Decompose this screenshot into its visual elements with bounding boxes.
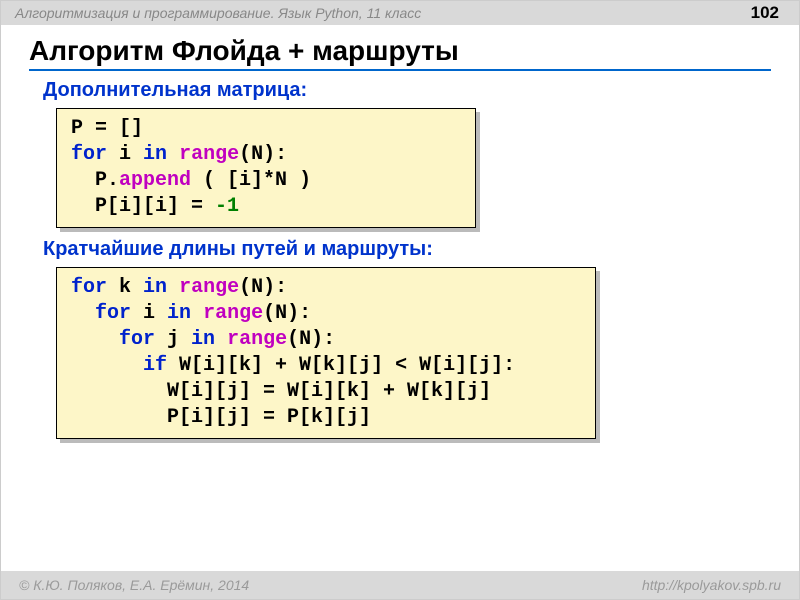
code-block-2-wrap: for k in range(N): for i in range(N): fo… <box>56 267 596 439</box>
keyword-in: in <box>191 328 215 351</box>
keyword-for: for <box>71 276 107 299</box>
code-line: W[i][j] = W[i][k] + W[k][j] <box>71 380 491 403</box>
footer-url: http://kpolyakov.spb.ru <box>642 577 781 593</box>
code-text: (N): <box>263 302 311 325</box>
keyword-for: for <box>71 143 107 166</box>
footer-authors: © К.Ю. Поляков, Е.А. Ерёмин, 2014 <box>19 577 249 593</box>
code-text <box>167 276 179 299</box>
keyword-in: in <box>143 276 167 299</box>
code-block-2: for k in range(N): for i in range(N): fo… <box>56 267 596 439</box>
number: -1 <box>215 195 239 218</box>
header-bar: Алгоритмизация и программирование. Язык … <box>1 1 799 25</box>
code-text: i <box>107 143 143 166</box>
keyword-if: if <box>143 354 167 377</box>
code-text: (N): <box>287 328 335 351</box>
code-text: W[i][k] + W[k][j] < W[i][j]: <box>167 354 515 377</box>
code-line: P = [] <box>71 117 143 140</box>
slide: Алгоритмизация и программирование. Язык … <box>0 0 800 600</box>
page-number: 102 <box>751 3 779 23</box>
func-range: range <box>203 302 263 325</box>
keyword-for: for <box>95 302 131 325</box>
indent <box>71 328 119 351</box>
section1-label: Дополнительная матрица: <box>43 79 799 102</box>
code-text <box>191 302 203 325</box>
section2-label: Кратчайшие длины путей и маршруты: <box>43 238 799 261</box>
code-text: (N): <box>239 143 287 166</box>
func-range: range <box>179 276 239 299</box>
func-range: range <box>227 328 287 351</box>
indent <box>71 302 95 325</box>
code-text: ( [i]*N ) <box>191 169 311 192</box>
code-text: P <box>71 169 107 192</box>
func-append: append <box>119 169 191 192</box>
code-text: k <box>107 276 143 299</box>
code-text: P[i][i] = <box>71 195 215 218</box>
code-text: i <box>131 302 167 325</box>
keyword-in: in <box>143 143 167 166</box>
footer-bar: © К.Ю. Поляков, Е.А. Ерёмин, 2014 http:/… <box>1 571 799 599</box>
code-text: j <box>155 328 191 351</box>
code-text <box>215 328 227 351</box>
code-line: P[i][j] = P[k][j] <box>71 406 371 429</box>
dot: . <box>107 169 119 192</box>
course-title: Алгоритмизация и программирование. Язык … <box>15 5 421 21</box>
code-block-1: P = [] for i in range(N): P.append ( [i]… <box>56 108 476 228</box>
keyword-for: for <box>119 328 155 351</box>
slide-title: Алгоритм Флойда + маршруты <box>29 35 771 71</box>
indent <box>71 354 143 377</box>
code-block-1-wrap: P = [] for i in range(N): P.append ( [i]… <box>56 108 476 228</box>
code-text: (N): <box>239 276 287 299</box>
keyword-in: in <box>167 302 191 325</box>
code-text <box>167 143 179 166</box>
func-range: range <box>179 143 239 166</box>
